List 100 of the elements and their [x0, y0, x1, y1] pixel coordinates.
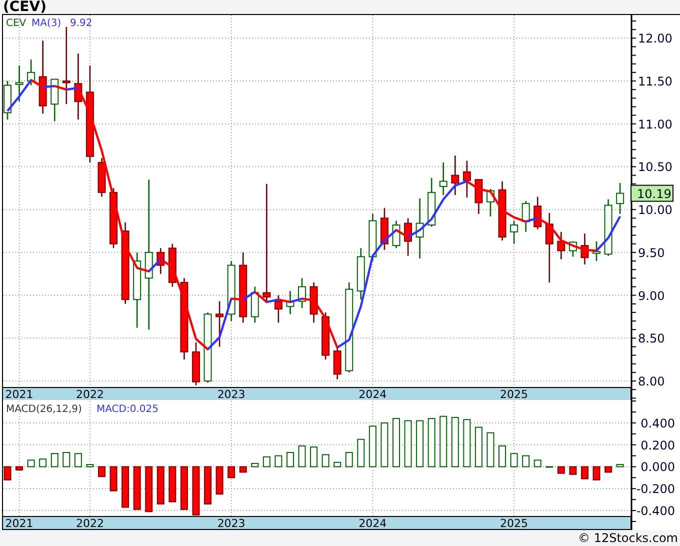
candlestick: [534, 196, 542, 230]
histogram-bar: [534, 460, 542, 468]
histogram-bar: [368, 426, 376, 468]
candlestick: [239, 252, 248, 323]
histogram-bar: [451, 416, 459, 468]
histogram-bar: [133, 466, 141, 510]
histogram-bar: [392, 418, 400, 468]
axis-label: 2023: [217, 517, 246, 530]
legend-label: MACD:0.025: [96, 404, 158, 415]
histogram-bar: [557, 466, 565, 474]
histogram-bar: [616, 464, 624, 468]
histogram-bar: [74, 453, 82, 468]
axis-label: 9.00: [638, 288, 665, 303]
histogram-bar: [404, 420, 412, 468]
histogram-bar: [380, 422, 388, 468]
candlestick: [545, 213, 554, 282]
candlestick: [568, 241, 577, 257]
candlestick: [27, 60, 36, 86]
histogram-bar: [122, 466, 130, 508]
histogram-bar: [510, 453, 518, 468]
histogram-bar: [440, 416, 448, 468]
histogram-bar: [192, 466, 200, 516]
histogram-bar: [498, 445, 506, 468]
candlestick: [74, 54, 82, 120]
histogram-bar: [156, 466, 164, 504]
axis-label: 0.000: [640, 460, 675, 474]
histogram-bar: [310, 446, 318, 468]
candlestick: [168, 244, 176, 287]
candlestick: [98, 158, 106, 197]
histogram-bar: [62, 452, 70, 468]
candlestick: [298, 278, 306, 308]
axis-label: 10.50: [638, 160, 672, 174]
candlestick: [322, 312, 330, 360]
candlestick: [380, 208, 388, 250]
axis-label: 11.00: [638, 117, 672, 132]
histogram-bar: [50, 453, 58, 468]
axis-label: 2023: [217, 388, 246, 400]
candlestick: [333, 346, 342, 380]
histogram-bar: [16, 466, 24, 470]
axis-label: 0.400: [640, 416, 675, 430]
candlestick: [462, 160, 471, 198]
candlestick: [216, 301, 224, 347]
candlestick: [50, 78, 59, 122]
histogram-bar: [580, 466, 588, 480]
candlestick: [368, 214, 377, 261]
axis-label: 11.50: [638, 74, 672, 88]
histogram-bar: [4, 466, 12, 480]
legend-label: MA(3): [32, 18, 62, 29]
histogram-bar: [251, 462, 259, 468]
chart-title: (CEV): [2, 0, 48, 14]
histogram-bar: [428, 418, 436, 468]
histogram-bar: [216, 466, 224, 495]
axis-label: 0.200: [640, 438, 675, 452]
candlestick: [392, 220, 400, 248]
axis-label: 8.50: [638, 332, 665, 346]
histogram-bar: [228, 466, 236, 478]
candlestick: [192, 342, 200, 386]
candlestick: [286, 291, 294, 314]
candlestick: [439, 162, 448, 195]
axis-label: 2024: [358, 388, 387, 400]
histogram-bar: [110, 466, 118, 492]
histogram-bar: [569, 466, 577, 475]
candlestick: [451, 156, 460, 195]
histogram-bar: [345, 452, 353, 468]
legend-label: 9.92: [70, 18, 92, 29]
candlestick: [250, 286, 259, 323]
axis-label: 2021: [5, 517, 34, 530]
candlestick: [15, 66, 24, 102]
candlestick: [557, 232, 566, 260]
histogram-bar: [298, 445, 306, 468]
candlestick: [498, 181, 506, 240]
histogram-bar: [474, 426, 482, 468]
candlestick: [404, 218, 412, 256]
candlestick: [4, 81, 12, 120]
axis-label: -0.200: [636, 482, 675, 496]
candlestick: [416, 198, 424, 258]
histogram-bar: [86, 464, 94, 468]
candlestick: [486, 189, 494, 216]
histogram-bar: [98, 466, 106, 478]
axis-label: 8.00: [638, 374, 665, 388]
candlestick: [604, 199, 612, 256]
candlestick: [592, 241, 600, 261]
histogram-bar: [262, 456, 270, 468]
candlestick: [474, 179, 483, 214]
axis-label: 2024: [358, 517, 387, 530]
histogram-bar: [27, 460, 35, 468]
histogram-bar: [274, 455, 282, 468]
candlestick: [616, 183, 624, 214]
candlestick: [580, 234, 589, 264]
axis-label: 10.00: [638, 203, 672, 218]
candlestick: [274, 295, 282, 323]
histogram-bar: [286, 452, 294, 468]
candlestick: [356, 248, 365, 300]
price-tag: 10.19: [630, 184, 674, 202]
histogram-bar: [39, 458, 47, 468]
axis-label: 9.50: [638, 246, 665, 260]
axis-label: 2022: [76, 388, 104, 400]
histogram-bar: [416, 420, 424, 468]
histogram-bar: [357, 438, 365, 468]
candlestick: [522, 201, 530, 232]
